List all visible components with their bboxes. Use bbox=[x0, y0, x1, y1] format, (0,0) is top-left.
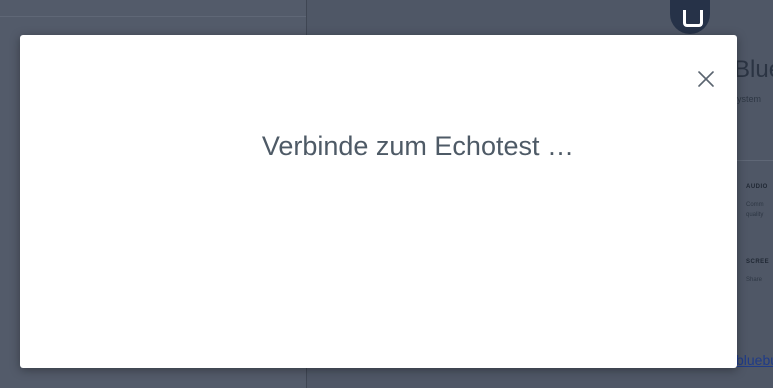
background-subtitle: ystem bbox=[737, 94, 762, 104]
background-sidebar-header bbox=[0, 0, 306, 17]
feature-audio-desc-line-1: Comm bbox=[746, 202, 764, 208]
background-title: Blue bbox=[734, 56, 773, 83]
echotest-modal: Verbinde zum Echotest … bbox=[20, 35, 737, 368]
background-divider bbox=[737, 160, 773, 161]
feature-screenshare-desc: Share bbox=[746, 277, 763, 283]
background-link: bluebu bbox=[736, 352, 773, 368]
close-button[interactable] bbox=[694, 67, 718, 91]
feature-audio-title: AUDIO bbox=[746, 184, 768, 190]
feature-screenshare-title: SCREE bbox=[746, 259, 770, 265]
modal-message: Verbinde zum Echotest … bbox=[261, 131, 574, 161]
feature-audio-desc-line-2: quality bbox=[746, 212, 764, 218]
close-icon bbox=[698, 71, 714, 87]
